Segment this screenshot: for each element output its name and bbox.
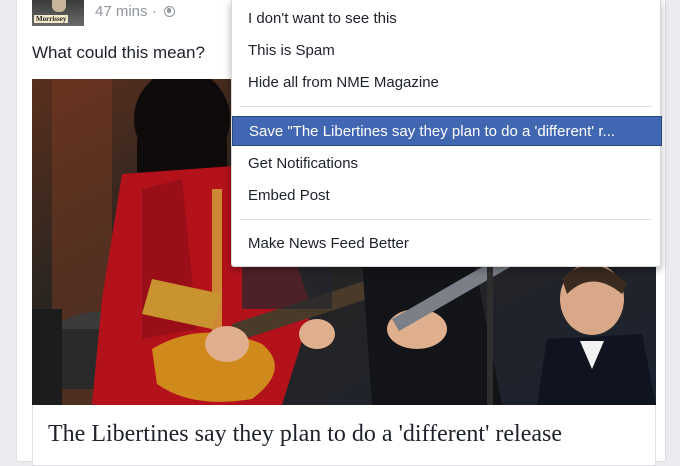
post-message: What could this mean? xyxy=(32,43,205,62)
post-timestamp[interactable]: 47 mins · xyxy=(95,2,175,22)
menu-item-news-feed-better[interactable]: Make News Feed Better xyxy=(232,229,660,259)
avatar-face xyxy=(52,0,66,12)
timestamp-text: 47 mins · xyxy=(95,3,157,20)
menu-divider xyxy=(240,219,652,220)
menu-item-hide-all[interactable]: Hide all from NME Magazine xyxy=(232,68,660,98)
menu-item-save[interactable]: Save "The Libertines say they plan to do… xyxy=(232,116,662,146)
menu-divider xyxy=(240,106,652,107)
avatar-label: Morrissey xyxy=(34,15,69,23)
menu-item-notifications[interactable]: Get Notifications xyxy=(232,149,660,179)
menu-item-dont-want-to-see[interactable]: I don't want to see this xyxy=(232,4,660,34)
post-options-menu: I don't want to see this This is Spam Hi… xyxy=(231,0,662,267)
link-preview[interactable]: The Libertines say they plan to do a 'di… xyxy=(32,405,656,466)
link-title[interactable]: The Libertines say they plan to do a 'di… xyxy=(48,419,562,449)
menu-item-embed[interactable]: Embed Post xyxy=(232,181,660,211)
menu-item-spam[interactable]: This is Spam xyxy=(232,36,660,66)
page-avatar[interactable]: Morrissey xyxy=(32,0,84,26)
globe-icon[interactable] xyxy=(163,6,175,17)
